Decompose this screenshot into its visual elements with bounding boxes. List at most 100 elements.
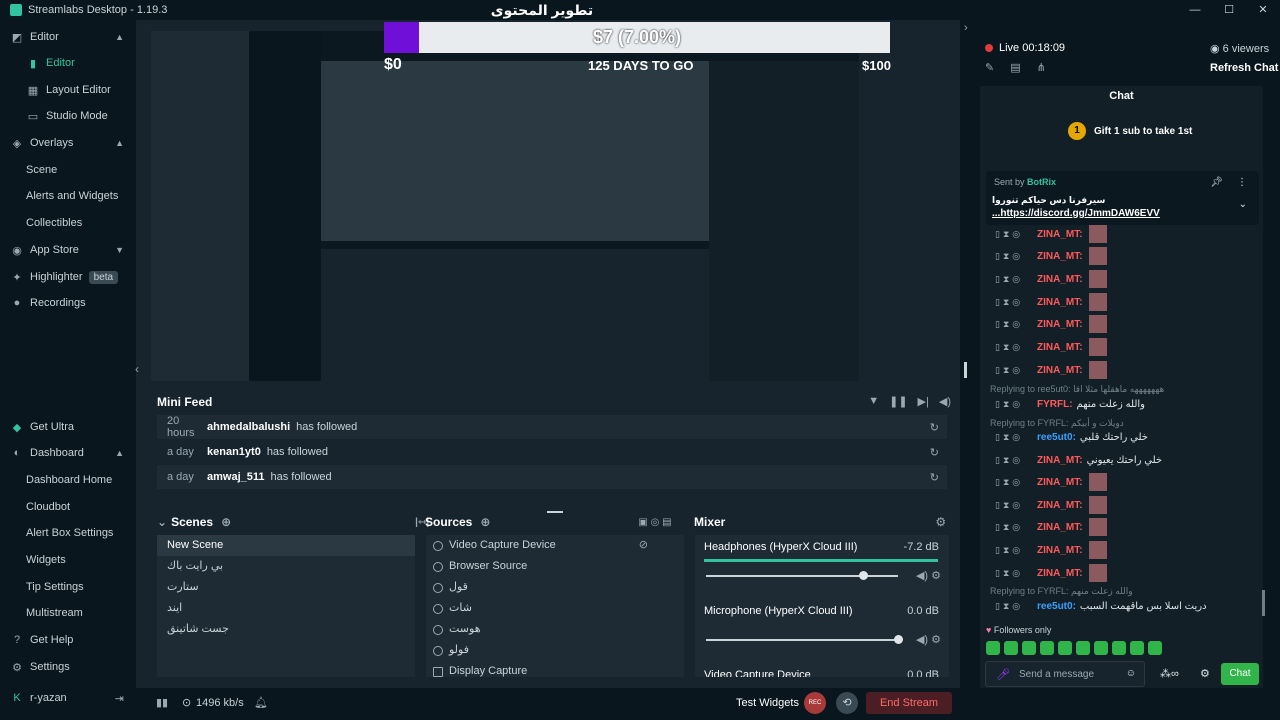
nav-widgets[interactable]: Widgets [0, 548, 136, 572]
source-item[interactable]: هوست [426, 619, 684, 640]
extra-emotes-icon[interactable]: ⁂∞ [1160, 667, 1179, 680]
add-source-icon[interactable]: ⊕ [480, 515, 490, 529]
stream-preview[interactable] [151, 31, 859, 381]
notification-icon[interactable]: 🔔︎ [254, 696, 268, 709]
logout-icon: ⇥ [114, 692, 124, 705]
volume-icon[interactable]: ◀) [939, 395, 951, 408]
nav-alerts-widgets[interactable]: Alerts and Widgets [0, 184, 136, 208]
refresh-chat-button[interactable]: Refresh Chat [1210, 62, 1278, 74]
collapse-left-icon[interactable]: ‹ [135, 362, 139, 376]
nav-editor[interactable]: ▮ Editor [0, 51, 136, 75]
pin-icon[interactable]: 📌︎ [1210, 177, 1223, 188]
nav-alert-box-settings[interactable]: Alert Box Settings [0, 521, 136, 545]
close-button[interactable]: ✕ [1246, 0, 1280, 20]
chat-message: ▯⧗◎ FYRFL: والله زعلت منهم [995, 398, 1145, 410]
goal-days: 125 DAYS TO GO [588, 58, 694, 73]
nav-studio-mode[interactable]: ▭ Studio Mode [0, 104, 136, 128]
nav-get-ultra[interactable]: ◆ Get Ultra [0, 415, 136, 439]
gift-banner[interactable]: 1 Gift 1 sub to take 1st [1068, 122, 1192, 140]
chevron-down-icon[interactable]: ⌄ [1239, 199, 1247, 210]
emoji-icon[interactable]: ☺ [1126, 668, 1136, 679]
mixer-gear-icon[interactable]: ⚙ [935, 515, 946, 529]
source-item[interactable]: Video Capture Device ⊘ [426, 535, 684, 556]
chat-scrollbar[interactable] [1262, 590, 1265, 616]
more-icon[interactable]: ⋮ [1237, 177, 1247, 188]
replay-icon[interactable]: ↻ [930, 421, 939, 434]
emote-button[interactable] [1094, 641, 1108, 655]
nav-highlighter[interactable]: ✦ Highlighter beta [0, 265, 136, 289]
send-chat-button[interactable]: Chat [1221, 663, 1259, 685]
source-tools-icon[interactable]: ▣ ◎ ▤ [638, 517, 671, 528]
maximize-button[interactable]: ☐ [1212, 0, 1246, 20]
minimize-button[interactable]: — [1178, 0, 1212, 20]
source-item[interactable]: Display Capture [426, 661, 684, 677]
source-item[interactable]: Browser Source [426, 556, 684, 577]
edit-icon[interactable]: ✎ [985, 61, 994, 74]
emote-button[interactable] [1112, 641, 1126, 655]
emote-button[interactable] [1040, 641, 1054, 655]
nav-user[interactable]: Kr-yazan ⇥ [0, 686, 136, 710]
nav-multistream[interactable]: Multistream [0, 601, 136, 625]
add-scene-icon[interactable]: ⊕ [221, 515, 231, 529]
pinned-link[interactable]: ...https://discord.gg/JmmDAW6EVV [992, 208, 1160, 219]
skip-icon[interactable]: ▶| [918, 395, 929, 408]
emote-button[interactable] [1148, 641, 1162, 655]
nav-editor-group[interactable]: ◩ Editor ▲ [0, 25, 136, 49]
collapse-right-icon[interactable]: › [964, 22, 968, 34]
emote-button[interactable] [1076, 641, 1090, 655]
emote-button[interactable] [1022, 641, 1036, 655]
chevron-down-icon[interactable]: ⌄ [157, 515, 167, 529]
emote [1088, 518, 1107, 536]
nav-scene[interactable]: Scene [0, 158, 136, 182]
mute-gear-icon[interactable]: ◀) ⚙ [916, 569, 941, 582]
volume-knob[interactable] [859, 571, 869, 580]
nav-cloudbot[interactable]: Cloudbot [0, 495, 136, 519]
nav-dashboard-home[interactable]: Dashboard Home [0, 468, 136, 492]
scene-item[interactable]: ستارت [157, 577, 415, 598]
panel-splitter[interactable] [964, 362, 967, 378]
filter-icon[interactable]: ▼ [868, 395, 879, 408]
nested-preview-canvas [321, 61, 709, 241]
nav-dashboard-group[interactable]: ◐ Dashboard ▲ [0, 441, 136, 465]
scene-item[interactable]: بي رايت باك [157, 556, 415, 577]
source-item[interactable]: شات [426, 598, 684, 619]
replay-icon[interactable]: ↻ [930, 446, 939, 459]
volume-slider[interactable] [706, 639, 898, 641]
mute-gear-icon[interactable]: ◀) ⚙ [916, 633, 941, 646]
emote-button[interactable] [986, 641, 1000, 655]
source-item[interactable]: فولو [426, 640, 684, 661]
nav-get-help[interactable]: ? Get Help [0, 628, 136, 652]
nav-layout-editor[interactable]: ▦ Layout Editor [0, 78, 136, 102]
record-button[interactable]: REC [804, 692, 826, 714]
volume-slider[interactable] [706, 575, 898, 577]
nav-recordings[interactable]: ● Recordings [0, 291, 136, 315]
pause-icon[interactable]: ❚❚ [889, 395, 907, 408]
scene-item[interactable]: ايند [157, 598, 415, 619]
replay-buffer-button[interactable]: ⟲ [836, 692, 858, 714]
stats-icon[interactable]: ▮▮ [156, 696, 168, 709]
nav-overlays-group[interactable]: ◈ Overlays ▲ [0, 131, 136, 155]
source-item[interactable]: قول [426, 577, 684, 598]
badge-icons: ▯⧗◎ [995, 250, 1024, 261]
mic-icon[interactable]: 🎤︎ [996, 668, 1010, 681]
chevron-up-icon: ▲ [115, 448, 124, 458]
scene-item[interactable]: New Scene [157, 535, 415, 556]
emote-button[interactable] [1004, 641, 1018, 655]
chat-input[interactable]: 🎤︎ Send a message ☺ [985, 661, 1145, 687]
nav-collectibles[interactable]: Collectibles [0, 211, 136, 235]
info-icon[interactable]: ▤ [1010, 61, 1020, 74]
end-stream-button[interactable]: End Stream [866, 692, 952, 714]
volume-knob[interactable] [894, 635, 903, 644]
badge-icons: ▯⧗◎ [995, 341, 1024, 352]
hidden-icon[interactable]: ⊘ [639, 535, 648, 556]
nav-app-store[interactable]: ◉ App Store ▼ [0, 238, 136, 262]
scene-item[interactable]: جست شاتينق [157, 619, 415, 640]
emote-button[interactable] [1058, 641, 1072, 655]
nav-settings[interactable]: ⚙ Settings [0, 655, 136, 679]
share-icon[interactable]: ⋔ [1037, 61, 1046, 74]
emote-button[interactable] [1130, 641, 1144, 655]
chat-settings-icon[interactable]: ⚙ [1200, 667, 1210, 680]
nav-tip-settings[interactable]: Tip Settings [0, 575, 136, 599]
test-widgets-button[interactable]: Test Widgets [736, 697, 799, 709]
replay-icon[interactable]: ↻ [930, 471, 939, 484]
